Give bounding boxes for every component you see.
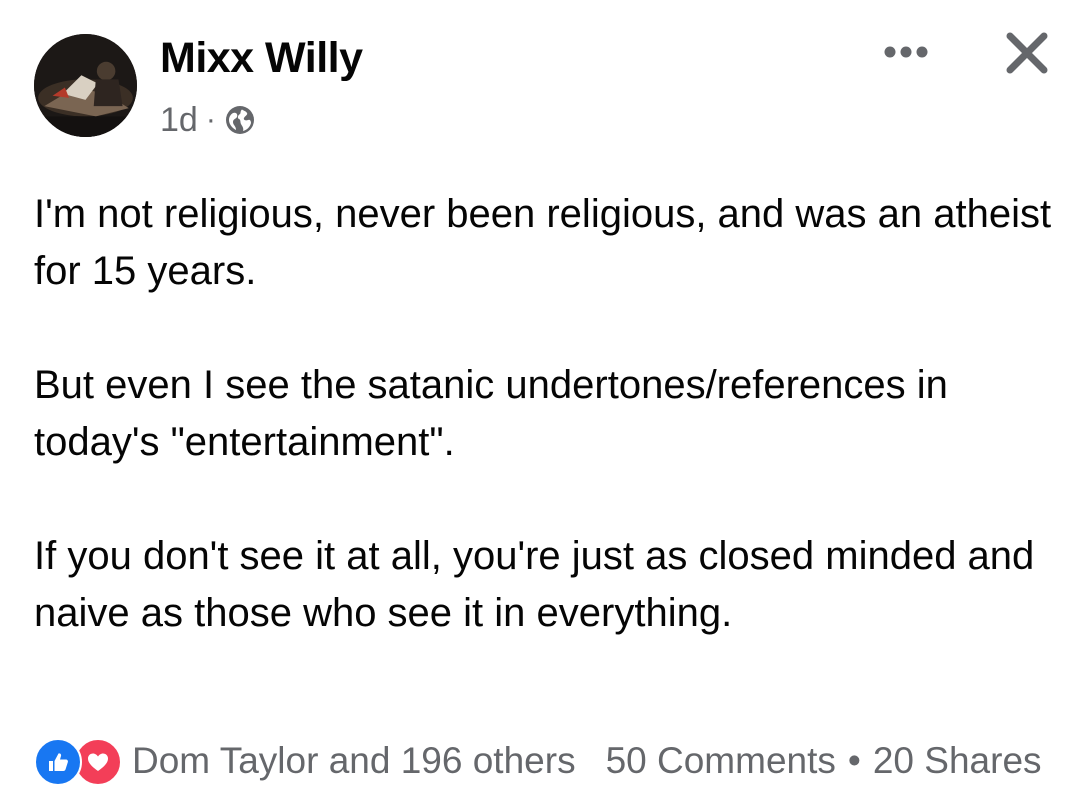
- footer-separator: •: [847, 740, 861, 781]
- post-card: Mixx Willy 1d · I'm not religious, never…: [0, 0, 1079, 808]
- reactors-summary[interactable]: Dom Taylor and 196 others: [132, 740, 576, 782]
- author-avatar[interactable]: [34, 34, 137, 137]
- reaction-icons[interactable]: [34, 738, 122, 786]
- more-dots-icon[interactable]: [876, 28, 936, 76]
- post-paragraph: If you don't see it at all, you're just …: [34, 534, 1035, 635]
- post-text: I'm not religious, never been religious,…: [34, 186, 1054, 642]
- like-icon: [34, 738, 82, 786]
- meta-separator: ·: [205, 103, 216, 136]
- close-icon[interactable]: [1004, 30, 1050, 76]
- post-paragraph: I'm not religious, never been religious,…: [34, 192, 1052, 293]
- post-paragraph: But even I see the satanic undertones/re…: [34, 363, 948, 464]
- author-name[interactable]: Mixx Willy: [160, 34, 363, 83]
- shares-count[interactable]: 20 Shares: [873, 740, 1042, 782]
- post-meta: 1d ·: [160, 98, 256, 142]
- post-time[interactable]: 1d: [160, 101, 198, 140]
- globe-icon[interactable]: [224, 104, 256, 136]
- avatar-photo: [34, 34, 137, 137]
- post-footer: Dom Taylor and 196 others 50 Comments • …: [34, 736, 1054, 786]
- comments-count[interactable]: 50 Comments: [606, 740, 836, 782]
